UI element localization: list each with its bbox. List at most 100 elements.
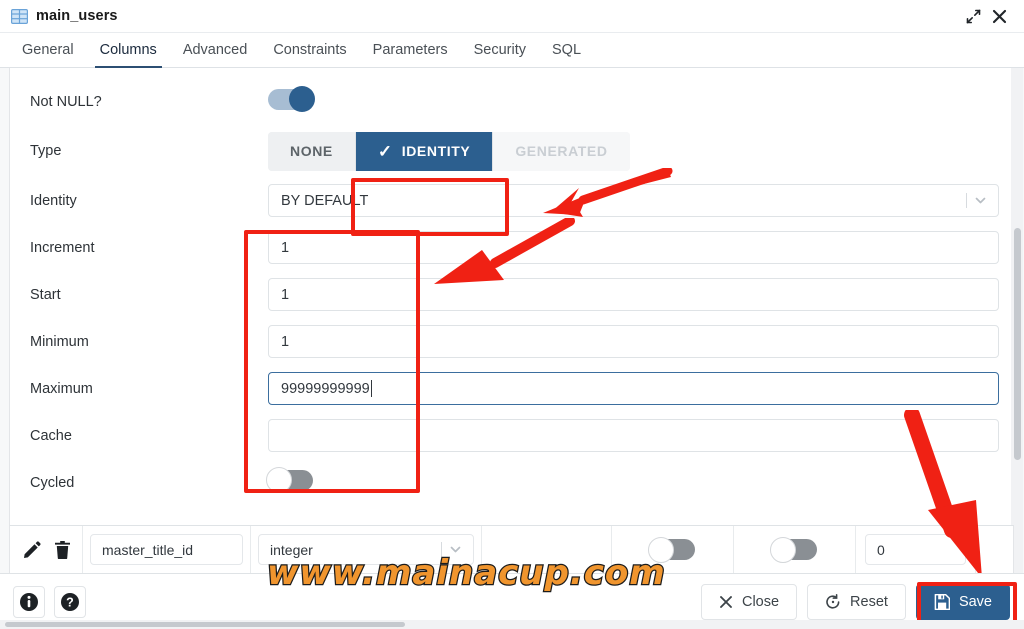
row-start: Start 1 bbox=[10, 271, 1013, 318]
horizontal-scrollbar[interactable] bbox=[0, 620, 1024, 629]
minimum-value: 1 bbox=[281, 333, 290, 350]
row-maximum: Maximum 99999999999 bbox=[10, 365, 1013, 412]
start-label: Start bbox=[30, 286, 61, 303]
tab-advanced[interactable]: Advanced bbox=[170, 33, 261, 67]
help-button[interactable]: ? bbox=[54, 585, 86, 618]
start-field: 1 bbox=[268, 278, 1013, 311]
identity-select[interactable]: BY DEFAULT bbox=[268, 184, 999, 217]
type-label: Type bbox=[30, 143, 62, 159]
tab-label: Security bbox=[473, 42, 526, 58]
cache-input[interactable] bbox=[268, 419, 999, 452]
minimum-input[interactable]: 1 bbox=[268, 325, 999, 358]
column-properties-dialog: main_users General Columns Advanced Cons… bbox=[0, 0, 1024, 629]
toggle-knob bbox=[648, 536, 674, 563]
reset-button-label: Reset bbox=[850, 593, 888, 610]
grid-toggle-2[interactable] bbox=[770, 536, 817, 563]
expand-icon[interactable] bbox=[960, 3, 986, 29]
columns-grid-row: master_title_id integer 0 bbox=[9, 525, 1014, 573]
row-cycled: Cycled bbox=[10, 459, 1013, 506]
not-null-field bbox=[268, 86, 1013, 115]
cycled-label: Cycled bbox=[30, 474, 75, 491]
tab-general[interactable]: General bbox=[9, 33, 87, 67]
cache-label: Cache bbox=[30, 427, 72, 444]
close-button[interactable]: Close bbox=[700, 583, 798, 620]
column-form-panel: Not NULL? Type NONE ✓ IDENTITY GENERATED… bbox=[9, 68, 1014, 573]
grid-cell-toggle-2 bbox=[734, 526, 856, 573]
start-input[interactable]: 1 bbox=[268, 278, 999, 311]
tab-label: Constraints bbox=[273, 42, 347, 58]
tab-label: Parameters bbox=[372, 42, 448, 58]
not-null-label: Not NULL? bbox=[30, 93, 102, 110]
minimum-label: Minimum bbox=[30, 333, 89, 350]
reset-icon bbox=[826, 593, 840, 609]
type-segmented-control: NONE ✓ IDENTITY GENERATED bbox=[268, 131, 630, 171]
type-option-none[interactable]: NONE bbox=[268, 131, 356, 171]
form-rows: Not NULL? Type NONE ✓ IDENTITY GENERATED… bbox=[10, 68, 1013, 506]
hscrollbar-thumb[interactable] bbox=[5, 622, 405, 627]
toggle-knob bbox=[770, 536, 796, 563]
tab-label: SQL bbox=[552, 42, 582, 58]
chevron-down-icon[interactable] bbox=[441, 542, 473, 557]
increment-label: Increment bbox=[30, 239, 95, 256]
grid-cell-column-name: master_title_id bbox=[83, 526, 251, 573]
segment-label: GENERATED bbox=[515, 143, 608, 159]
row-cache: Cache bbox=[10, 412, 1013, 459]
pencil-icon[interactable] bbox=[23, 540, 41, 559]
maximum-label: Maximum bbox=[30, 380, 93, 397]
increment-field: 1 bbox=[268, 231, 1013, 264]
close-icon[interactable] bbox=[986, 3, 1012, 29]
identity-field: BY DEFAULT bbox=[268, 184, 1013, 217]
data-type-select[interactable]: integer bbox=[258, 534, 474, 565]
identity-value: BY DEFAULT bbox=[281, 192, 369, 209]
svg-text:?: ? bbox=[66, 595, 74, 609]
row-actions bbox=[10, 526, 83, 573]
tab-columns[interactable]: Columns bbox=[87, 33, 170, 68]
scrollbar-thumb[interactable] bbox=[1014, 228, 1021, 460]
trash-icon[interactable] bbox=[54, 540, 70, 559]
grid-cell-blank bbox=[482, 526, 612, 573]
tab-sql[interactable]: SQL bbox=[539, 33, 594, 67]
grid-cell-data-type: integer bbox=[251, 526, 482, 573]
toggle-knob bbox=[289, 86, 315, 112]
row-type: Type NONE ✓ IDENTITY GENERATED bbox=[10, 125, 1013, 177]
tab-parameters[interactable]: Parameters bbox=[360, 33, 461, 67]
grid-cell-length: 0 bbox=[856, 526, 976, 573]
vertical-scrollbar[interactable] bbox=[1011, 68, 1023, 573]
segment-label: NONE bbox=[290, 143, 333, 159]
cycled-toggle[interactable] bbox=[266, 467, 313, 493]
close-button-label: Close bbox=[741, 593, 780, 610]
close-icon bbox=[720, 595, 732, 608]
info-icon bbox=[20, 592, 38, 611]
chevron-down-icon[interactable] bbox=[966, 193, 998, 208]
text-caret bbox=[370, 380, 372, 397]
tab-constraints[interactable]: Constraints bbox=[260, 33, 359, 67]
row-not-null: Not NULL? bbox=[10, 78, 1013, 125]
save-disk-icon bbox=[934, 593, 950, 610]
tab-label: Columns bbox=[99, 42, 157, 58]
save-button[interactable]: Save bbox=[915, 583, 1010, 620]
row-minimum: Minimum 1 bbox=[10, 318, 1013, 365]
reset-button[interactable]: Reset bbox=[807, 583, 906, 620]
length-input[interactable]: 0 bbox=[865, 534, 966, 565]
save-button-label: Save bbox=[958, 593, 992, 610]
grid-toggle-1[interactable] bbox=[648, 536, 695, 563]
row-increment: Increment 1 bbox=[10, 224, 1013, 271]
grid-cell-toggle-1 bbox=[612, 526, 734, 573]
column-name-input[interactable]: master_title_id bbox=[90, 534, 243, 565]
tab-security[interactable]: Security bbox=[461, 33, 539, 67]
increment-input[interactable]: 1 bbox=[268, 231, 999, 264]
data-type-value: integer bbox=[270, 541, 313, 558]
increment-value: 1 bbox=[281, 239, 290, 256]
dialog-title: main_users bbox=[36, 8, 118, 24]
maximum-field: 99999999999 bbox=[268, 372, 1013, 405]
maximum-input[interactable]: 99999999999 bbox=[268, 372, 999, 405]
toggle-knob bbox=[266, 467, 292, 493]
not-null-toggle[interactable] bbox=[268, 86, 315, 112]
start-value: 1 bbox=[281, 286, 290, 303]
column-name-value: master_title_id bbox=[102, 541, 194, 558]
type-field: NONE ✓ IDENTITY GENERATED bbox=[268, 131, 1013, 171]
type-option-identity[interactable]: ✓ IDENTITY bbox=[355, 131, 494, 171]
select-divider bbox=[966, 193, 967, 208]
maximum-value: 99999999999 bbox=[281, 380, 370, 397]
info-button[interactable] bbox=[13, 585, 45, 618]
